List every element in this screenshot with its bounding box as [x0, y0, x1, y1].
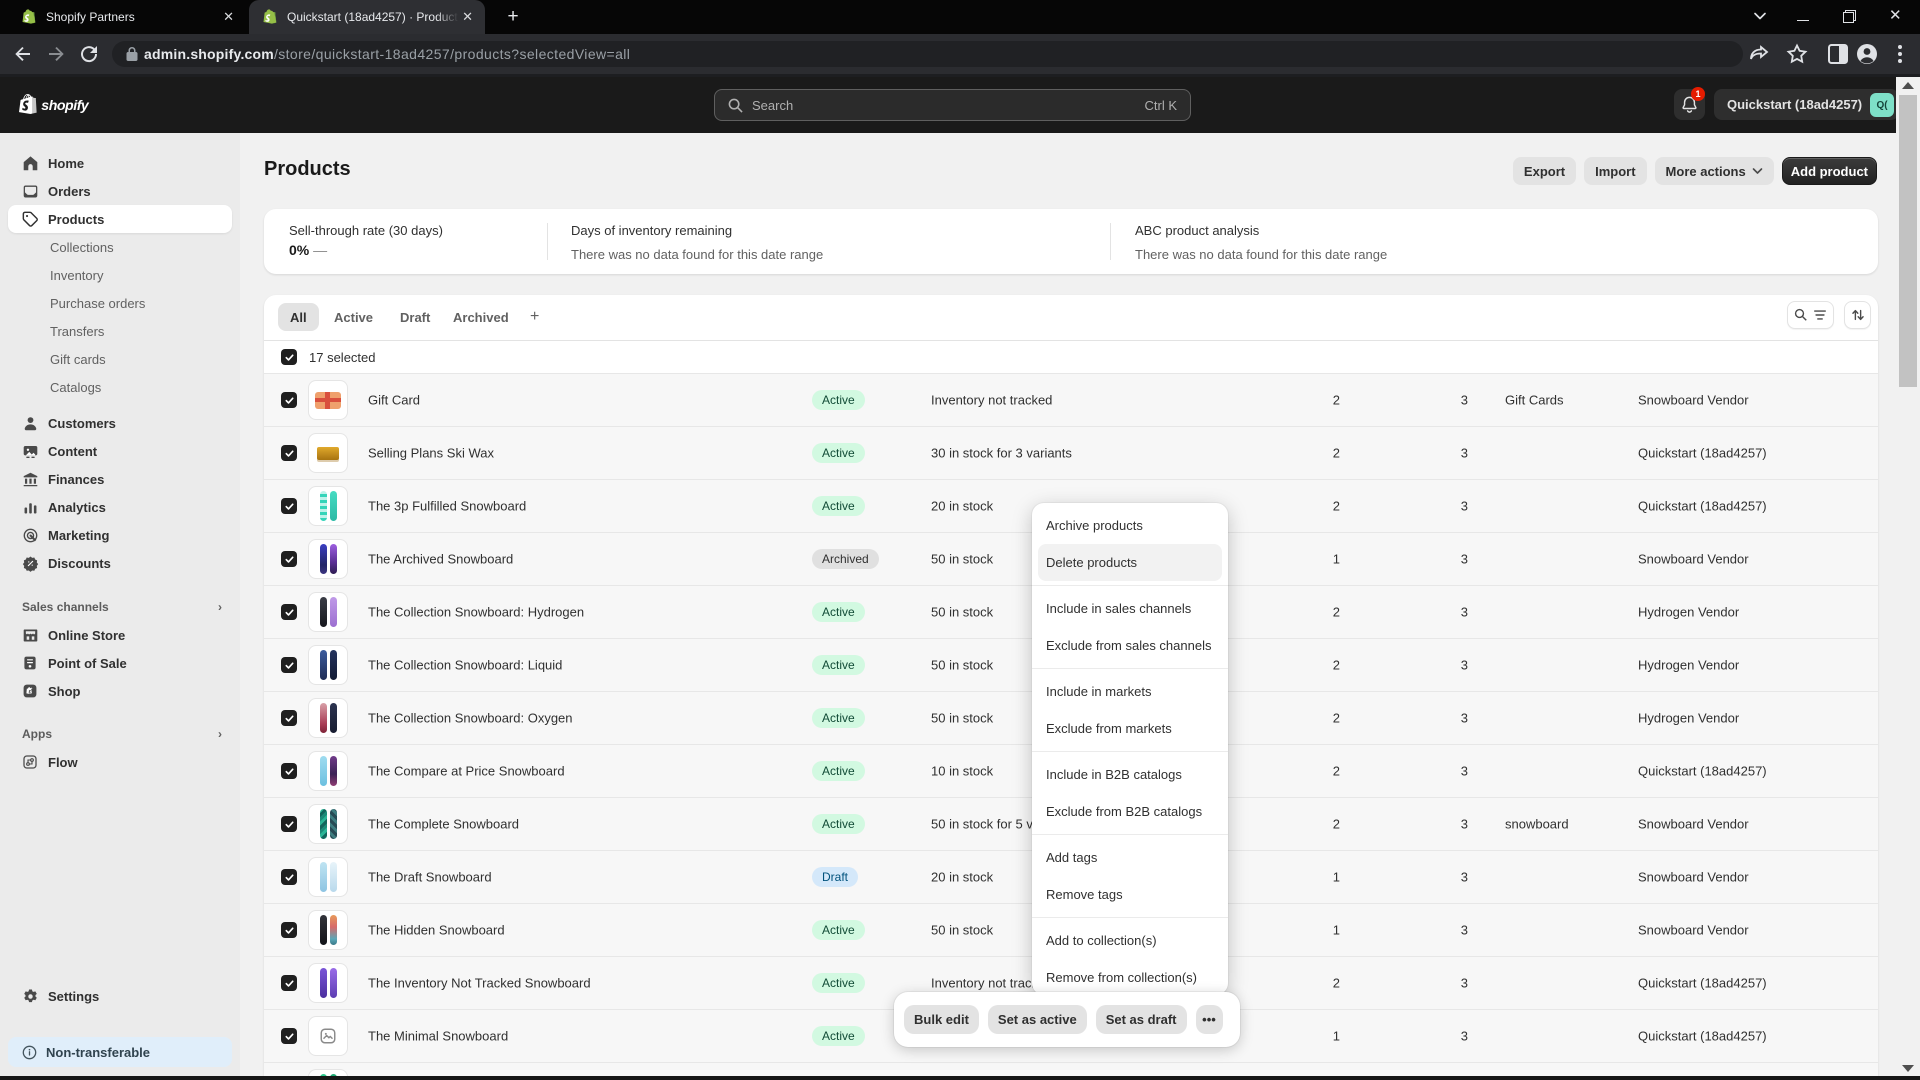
svg-text:shopify: shopify	[41, 98, 90, 114]
